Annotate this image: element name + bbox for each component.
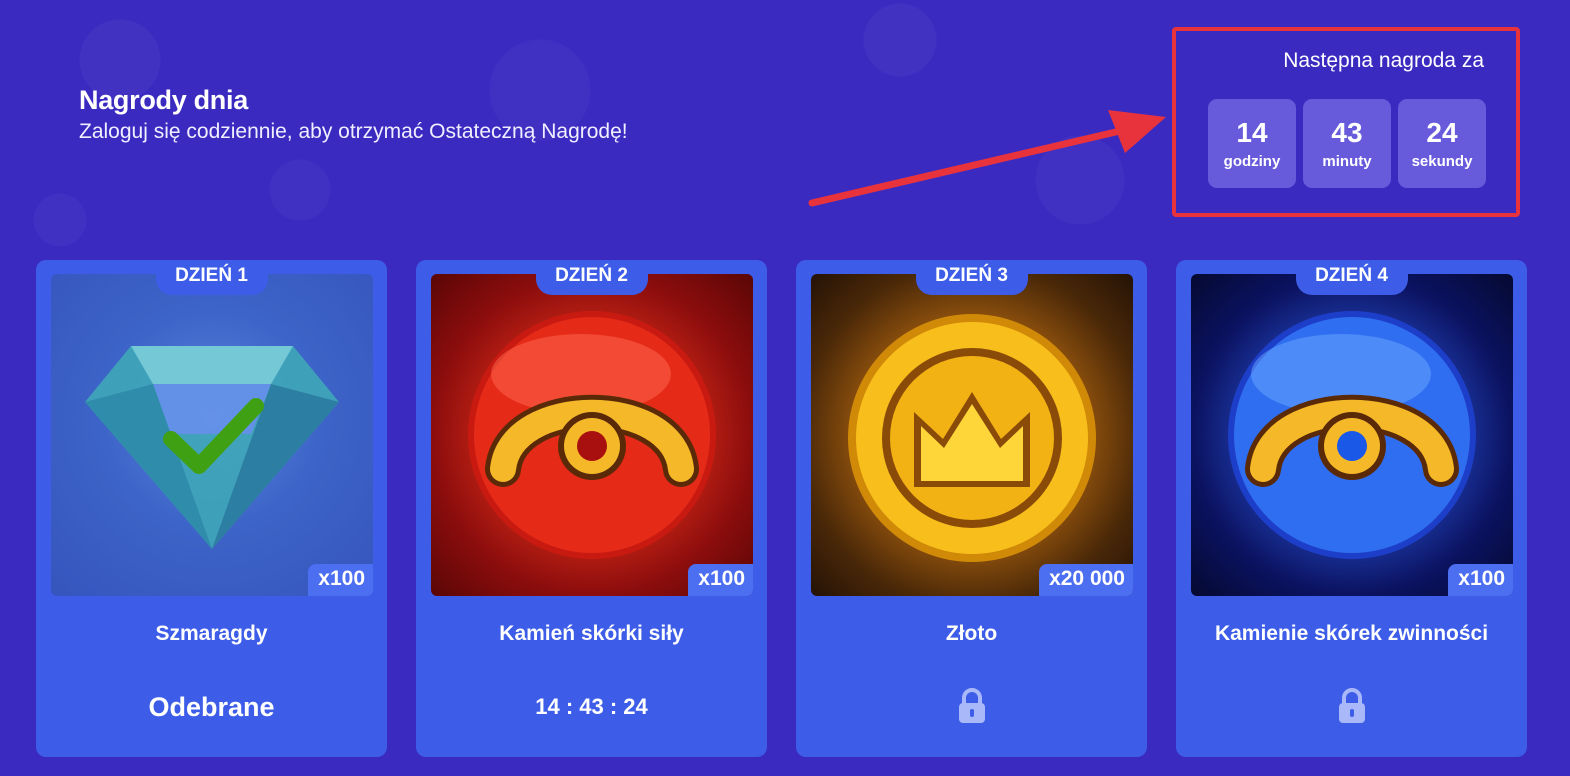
emerald-icon <box>85 346 339 549</box>
reward-image: x100 <box>51 274 373 596</box>
reward-name: Kamienie skórek zwinności <box>1214 622 1489 645</box>
reward-quantity: x100 <box>308 564 373 596</box>
reward-quantity: x100 <box>688 564 753 596</box>
page-subtitle: Zaloguj się codziennie, aby otrzymać Ost… <box>79 120 628 143</box>
seconds-label: sekundy <box>1411 153 1473 170</box>
countdown-minutes: 43 minuty <box>1303 99 1391 188</box>
gold-coin-icon <box>848 314 1096 562</box>
red-skin-stone-icon <box>468 311 716 559</box>
reward-name: Złoto <box>945 622 998 645</box>
reward-countdown: 14 : 43 : 24 <box>535 694 648 719</box>
day-label: DZIEŃ 3 <box>915 260 1028 295</box>
reward-card-day-2[interactable]: DZIEŃ 2 x100 Kamień skórki siły 14 : 43 … <box>416 260 767 757</box>
annotation-arrow-icon <box>808 110 1166 207</box>
reward-image: x100 <box>1191 274 1513 596</box>
reward-quantity: x20 000 <box>1039 564 1133 596</box>
next-reward-title: Następna nagroda za <box>1283 49 1484 72</box>
minutes-value: 43 <box>1331 117 1363 148</box>
day-label: DZIEŃ 2 <box>535 260 648 295</box>
reward-card-day-1[interactable]: DZIEŃ 1 x100 Szmaragdy Odebrane <box>36 260 387 757</box>
reward-card-day-3[interactable]: DZIEŃ 3 x20 000 Złoto <box>796 260 1147 757</box>
reward-name: Kamień skórki siły <box>499 622 684 645</box>
countdown-hours: 14 godziny <box>1208 99 1296 188</box>
reward-image: x20 000 <box>811 274 1133 596</box>
hours-label: godziny <box>1223 153 1281 170</box>
lock-icon <box>958 688 985 723</box>
reward-quantity: x100 <box>1448 564 1513 596</box>
minutes-label: minuty <box>1322 153 1372 170</box>
next-reward-panel: Następna nagroda za 14 godziny 43 minuty… <box>1172 27 1520 217</box>
daily-reward-cards: DZIEŃ 1 x100 Szmaragdy Odebrane DZIEŃ 2 <box>36 260 1527 757</box>
lock-icon <box>1338 688 1365 723</box>
reward-name: Szmaragdy <box>155 622 268 645</box>
page-title: Nagrody dnia <box>79 85 248 115</box>
reward-image: x100 <box>431 274 753 596</box>
hours-value: 14 <box>1236 117 1268 148</box>
seconds-value: 24 <box>1426 117 1458 148</box>
countdown: 14 godziny 43 minuty 24 sekundy <box>1208 99 1486 188</box>
page-header: Nagrody dnia Zaloguj się codziennie, aby… <box>79 84 628 144</box>
countdown-seconds: 24 sekundy <box>1398 99 1486 188</box>
day-label: DZIEŃ 4 <box>1295 260 1408 295</box>
blue-skin-stone-icon <box>1228 311 1476 559</box>
day-label: DZIEŃ 1 <box>155 260 268 295</box>
reward-card-day-4[interactable]: DZIEŃ 4 x100 Kamienie skórek zwinności <box>1176 260 1527 757</box>
claimed-status: Odebrane <box>148 692 275 722</box>
